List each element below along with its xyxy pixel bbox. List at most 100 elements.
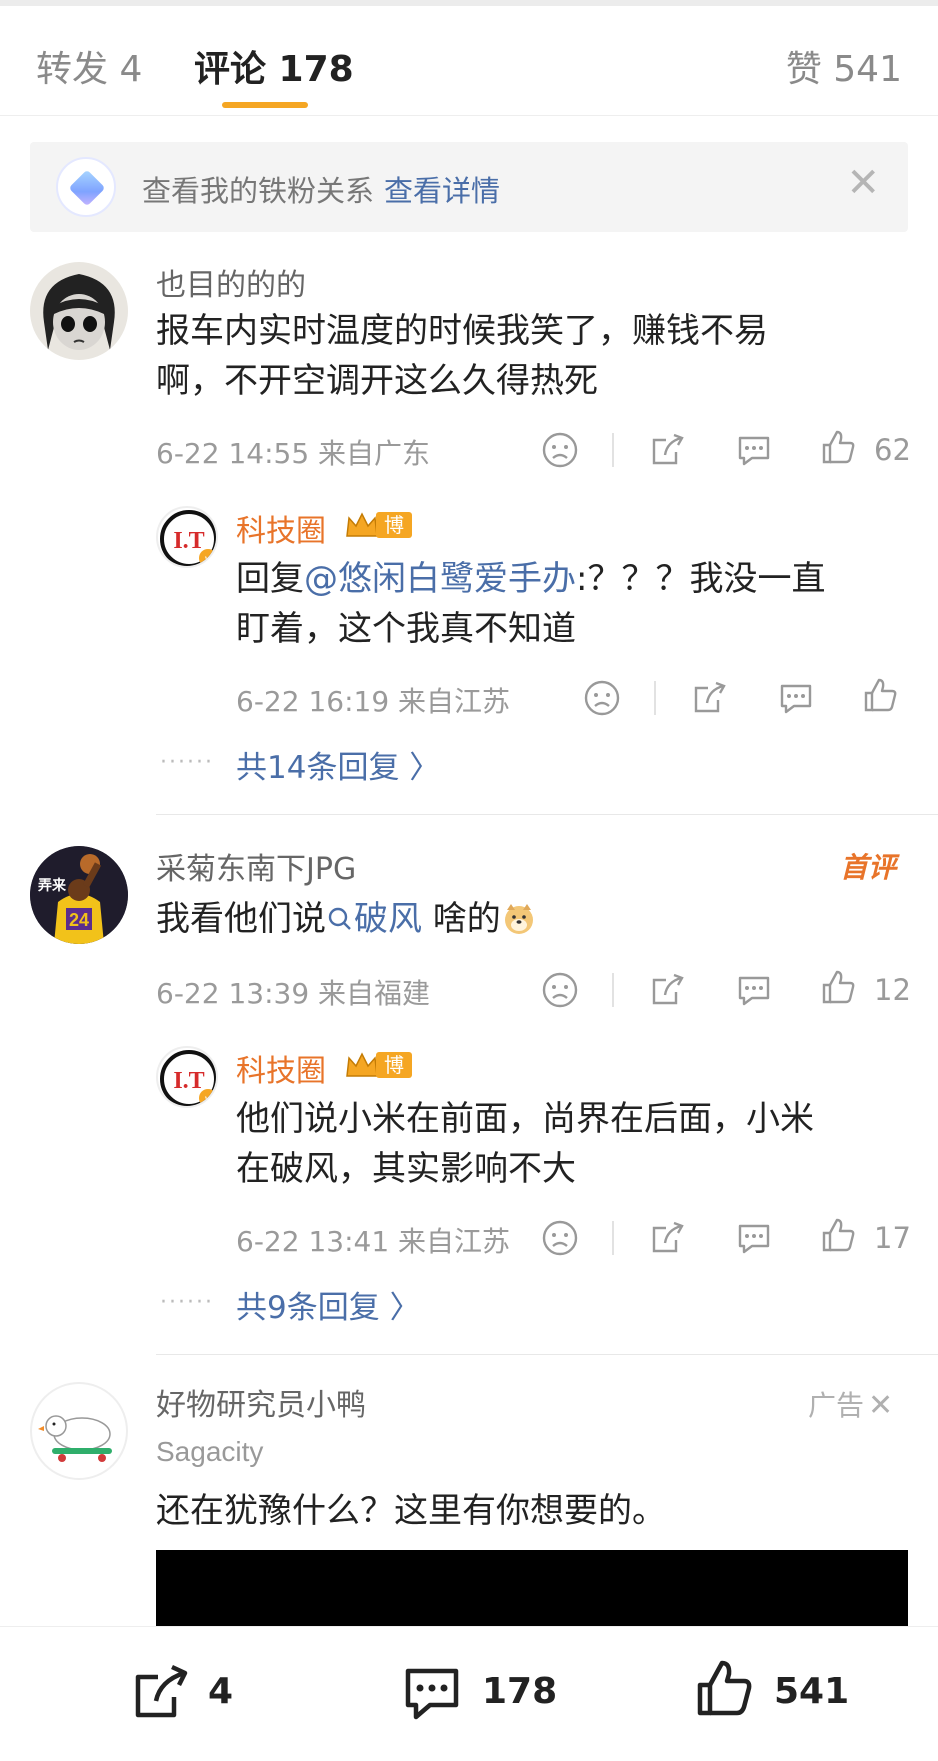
reply-prefix: 回复 (236, 559, 304, 599)
like-icon[interactable] (818, 428, 858, 468)
ad-username[interactable]: 好物研究员小鸭 (156, 1380, 366, 1424)
reply-username[interactable]: 科技圈 (236, 506, 326, 550)
dislike-face-icon[interactable] (540, 970, 580, 1010)
comment-icon[interactable] (734, 430, 774, 470)
avatar[interactable]: I.T v (156, 506, 218, 568)
divider (612, 973, 614, 1007)
comment-count: 178 (482, 1671, 558, 1712)
reply-location: 来自江苏 (398, 1225, 511, 1258)
active-tab-indicator (222, 102, 308, 108)
reply-time: 6-22 16:19 (236, 685, 390, 718)
svg-text:弄来: 弄来 (37, 877, 67, 893)
like-count: 17 (874, 1221, 911, 1255)
doge-emoji-icon (504, 904, 533, 934)
reply-text-line: 盯着，这个我真不知道 (236, 609, 576, 649)
bottom-action-bar: 4 178 541 (0, 1626, 938, 1761)
tab-repost[interactable]: 转发 4 (36, 40, 142, 92)
like-count: 541 (774, 1671, 850, 1712)
banner-text: 查看我的铁粉关系 查看详情 (142, 168, 500, 210)
like-count: 62 (874, 433, 911, 467)
svg-text:I.T: I.T (173, 1068, 204, 1094)
share-icon[interactable] (648, 1218, 688, 1258)
diamond-icon (56, 157, 116, 217)
comment-text-line: 啊，不开空调开这么久得热死 (156, 361, 598, 401)
view-replies-link[interactable]: 共14条回复 〉 (236, 742, 440, 787)
svg-text:v: v (205, 1092, 211, 1106)
reply-meta: 6-22 16:19 来自江苏 (236, 680, 510, 720)
close-icon[interactable]: ✕ (868, 1388, 893, 1423)
banner-details-link[interactable]: 查看详情 (384, 174, 500, 208)
like-count: 12 (874, 973, 911, 1007)
comment-icon[interactable] (400, 1661, 464, 1725)
comment-text-line: 报车内实时温度的时候我笑了，赚钱不易 (156, 311, 768, 351)
svg-text:24: 24 (69, 910, 89, 930)
reply-time: 6-22 13:41 (236, 1225, 390, 1258)
share-icon[interactable] (690, 678, 730, 718)
comment-location: 来自福建 (318, 977, 431, 1010)
like-icon[interactable] (818, 968, 858, 1008)
like-icon[interactable] (860, 676, 900, 716)
comment-icon[interactable] (734, 970, 774, 1010)
comment-username[interactable]: 采菊东南下JPG (156, 844, 356, 888)
reply-text-line: 他们说小米在前面，尚界在后面，小米 (236, 1099, 814, 1139)
topic-label: 破风 (354, 899, 422, 939)
tab-comments[interactable]: 评论 178 (194, 40, 354, 92)
comment-meta: 6-22 13:39 来自福建 (156, 972, 430, 1012)
divider (612, 433, 614, 467)
badge-label: 博主 (376, 1052, 412, 1103)
comment-text-part: 我看他们说 (156, 899, 326, 939)
comment-location: 来自广东 (318, 437, 431, 470)
comment-text: 报车内实时温度的时候我笑了，赚钱不易 啊，不开空调开这么久得热死 (156, 306, 768, 406)
banner-label: 查看我的铁粉关系 (142, 174, 375, 208)
comment-text: 我看他们说 破风 啥的 (156, 894, 537, 944)
avatar[interactable]: I.T v (156, 1046, 218, 1108)
reply-text-line: :？？？我没一直 (576, 559, 826, 599)
svg-text:I.T: I.T (173, 528, 204, 554)
avatar[interactable] (30, 262, 128, 360)
ad-text: 还在犹豫什么？这里有你想要的。 (156, 1491, 666, 1531)
ad-brand: Sagacity (156, 1436, 264, 1467)
comment-icon[interactable] (776, 678, 816, 718)
topic-link[interactable]: 破风 (326, 899, 422, 939)
repost-count: 4 (208, 1671, 234, 1712)
share-icon[interactable] (130, 1661, 194, 1725)
fan-relation-banner: 查看我的铁粉关系 查看详情 ✕ (30, 142, 908, 232)
avatar[interactable]: 24 弄来 (30, 846, 128, 944)
avatar[interactable] (30, 1382, 128, 1480)
svg-text:v: v (205, 552, 211, 566)
like-icon[interactable] (692, 1657, 756, 1721)
comment-text-part: 啥的 (422, 899, 501, 939)
reply-text: 回复@悠闲白鹭爱手办:？？？我没一直 盯着，这个我真不知道 (236, 554, 825, 654)
close-icon[interactable]: ✕ (846, 160, 880, 206)
comment-icon[interactable] (734, 1218, 774, 1258)
view-replies-link[interactable]: 共9条回复 〉 (236, 1282, 421, 1327)
comment-username[interactable]: 也目的的的 (156, 260, 306, 304)
comment-meta: 6-22 14:55 来自广东 (156, 432, 430, 472)
tab-likes[interactable]: 赞 541 (786, 40, 902, 92)
thread-dots: ······ (160, 1290, 214, 1315)
reply-location: 来自江苏 (398, 685, 511, 718)
thread-dots: ······ (160, 750, 214, 775)
dislike-face-icon[interactable] (540, 1218, 580, 1258)
like-icon[interactable] (818, 1216, 858, 1256)
share-icon[interactable] (648, 430, 688, 470)
divider (612, 1221, 614, 1255)
first-comment-tag: 首评 (840, 851, 897, 884)
divider (156, 1354, 938, 1355)
ad-label: 广告 (808, 1389, 865, 1422)
search-icon (328, 907, 351, 930)
badge-label: 博主 (376, 512, 412, 563)
divider (654, 681, 656, 715)
dislike-face-icon[interactable] (540, 430, 580, 470)
ad-media[interactable] (156, 1550, 908, 1626)
mention-link[interactable]: @悠闲白鹭爱手办 (304, 559, 576, 599)
comment-time: 6-22 14:55 (156, 437, 310, 470)
dislike-face-icon[interactable] (582, 678, 622, 718)
reply-username[interactable]: 科技圈 (236, 1046, 326, 1090)
reply-text-line: 在破风，其实影响不大 (236, 1149, 576, 1189)
divider (156, 814, 938, 815)
reply-meta: 6-22 13:41 来自江苏 (236, 1220, 510, 1260)
tab-bar: 转发 4 评论 178 赞 541 (0, 6, 938, 116)
share-icon[interactable] (648, 970, 688, 1010)
comment-time: 6-22 13:39 (156, 977, 310, 1010)
